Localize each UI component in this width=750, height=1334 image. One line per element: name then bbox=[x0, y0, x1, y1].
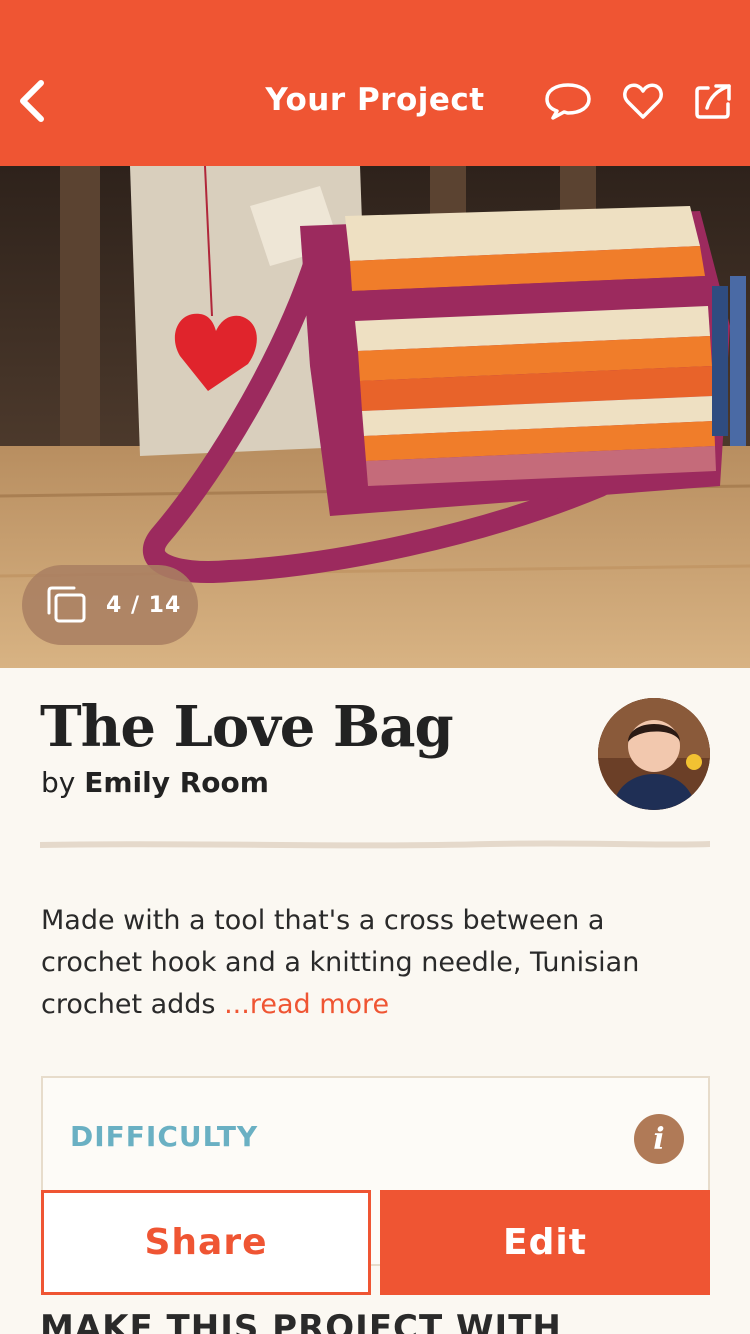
share-out-button[interactable] bbox=[688, 78, 738, 124]
photo-counter[interactable]: 4 / 14 bbox=[22, 565, 198, 645]
author-avatar[interactable] bbox=[598, 698, 710, 810]
project-description: Made with a tool that's a cross between … bbox=[41, 900, 701, 1026]
info-icon: i bbox=[653, 1121, 665, 1157]
photo-counter-text: 4 / 14 bbox=[106, 592, 182, 618]
top-bar: Your Project bbox=[0, 0, 750, 166]
share-out-icon bbox=[695, 84, 731, 119]
favorite-button[interactable] bbox=[618, 78, 668, 124]
heart-icon bbox=[623, 83, 663, 119]
make-with-heading: MAKE THIS PROJECT WITH bbox=[40, 1308, 562, 1334]
edit-button[interactable]: Edit bbox=[380, 1190, 710, 1295]
author-name[interactable]: Emily Room bbox=[84, 766, 269, 799]
gallery-stack-icon bbox=[47, 586, 86, 623]
title-divider bbox=[40, 840, 710, 849]
comment-icon bbox=[545, 83, 591, 120]
info-button[interactable]: i bbox=[634, 1114, 684, 1164]
share-button[interactable]: Share bbox=[41, 1190, 371, 1295]
author-line: by Emily Room bbox=[41, 766, 269, 799]
author-portrait bbox=[598, 698, 710, 810]
author-by: by bbox=[41, 766, 76, 799]
difficulty-label: DIFFICULTY bbox=[70, 1120, 259, 1153]
comment-button[interactable] bbox=[543, 78, 593, 124]
project-title: The Love Bag bbox=[40, 694, 454, 760]
read-more-link[interactable]: ...read more bbox=[224, 989, 389, 1020]
